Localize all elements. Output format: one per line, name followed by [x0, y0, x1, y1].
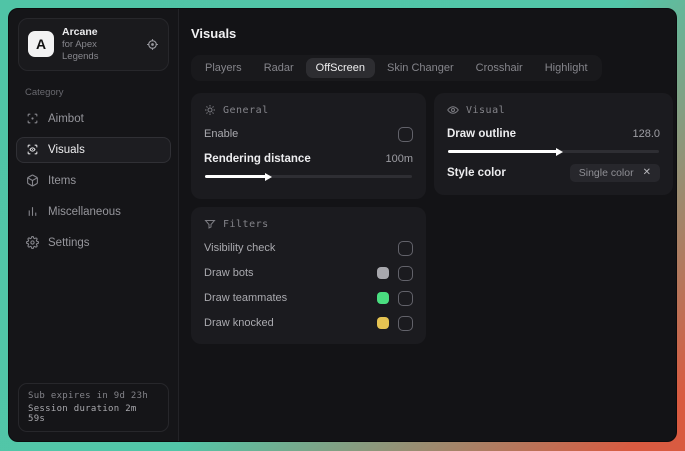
app-header-card: A Arcane for Apex Legends [18, 18, 169, 71]
sidebar-item-label: Items [48, 174, 77, 187]
sidebar-item-label: Settings [48, 236, 90, 249]
filter-row: Draw knocked [204, 315, 413, 331]
sidebar-item-visuals[interactable]: Visuals [16, 136, 171, 163]
sidebar-item-label: Visuals [48, 143, 85, 156]
funnel-icon [204, 218, 216, 230]
sidebar-item-aimbot[interactable]: Aimbot [16, 106, 171, 132]
filters-card: Filters Visibility check Draw bots Draw … [191, 207, 426, 344]
tab-players[interactable]: Players [195, 58, 252, 78]
tab-radar[interactable]: Radar [254, 58, 304, 78]
tab-highlight[interactable]: Highlight [535, 58, 598, 78]
sidebar-nav: Aimbot Visuals Items Miscellaneous Setti… [9, 106, 178, 256]
draw-outline-label: Draw outline [447, 128, 517, 140]
eye-icon [447, 104, 459, 116]
sidebar-item-settings[interactable]: Settings [16, 230, 171, 256]
draw-knocked-checkbox[interactable] [398, 315, 413, 331]
rendering-distance-label: Rendering distance [204, 153, 311, 165]
crosshair-scan-icon [26, 112, 39, 125]
general-section-title: General [223, 104, 269, 116]
enable-label: Enable [204, 128, 239, 140]
eye-scan-icon [26, 143, 39, 156]
draw-teammates-color-swatch[interactable] [377, 292, 389, 304]
sidebar-item-label: Aimbot [48, 112, 84, 125]
sidebar-item-miscellaneous[interactable]: Miscellaneous [16, 199, 171, 225]
draw-knocked-color-swatch[interactable] [377, 317, 389, 329]
style-color-label: Style color [447, 167, 506, 179]
category-label: Category [25, 86, 64, 98]
filter-row: Draw bots [204, 265, 413, 281]
bars-icon [26, 205, 39, 218]
style-color-selected-value: Single color [578, 167, 634, 179]
session-duration-text: Session duration 2m 59s [28, 404, 137, 424]
app-subtitle: for Apex Legends [62, 39, 99, 62]
draw-teammates-checkbox[interactable] [398, 290, 413, 306]
tab-crosshair[interactable]: Crosshair [466, 58, 533, 78]
sidebar-item-items[interactable]: Items [16, 168, 171, 194]
slider-thumb[interactable] [555, 147, 563, 156]
draw-bots-label: Draw bots [204, 267, 254, 279]
slider-thumb[interactable] [265, 172, 273, 181]
filter-row: Draw teammates [204, 290, 413, 306]
cube-icon [26, 174, 39, 187]
clear-icon[interactable]: ✕ [643, 168, 651, 178]
filters-section-title: Filters [223, 218, 269, 230]
draw-outline-value: 128.0 [632, 128, 660, 140]
target-icon[interactable] [146, 38, 159, 51]
visual-card: Visual Draw outline 128.0 Style color Si… [434, 93, 673, 195]
visual-section-title: Visual [466, 104, 506, 116]
draw-bots-checkbox[interactable] [398, 265, 413, 281]
page-title: Visuals [191, 26, 237, 41]
app-logo-letter: A [35, 36, 47, 53]
filter-row: Visibility check [204, 240, 413, 256]
app-logo: A [28, 31, 54, 58]
app-window: A Arcane for Apex Legends Category Aimbo… [8, 8, 677, 442]
rendering-distance-slider[interactable] [205, 172, 412, 181]
visibility-check-checkbox[interactable] [398, 240, 413, 256]
gear-icon [26, 236, 39, 250]
sun-icon [204, 104, 216, 116]
style-color-select[interactable]: Single color ✕ [569, 164, 660, 182]
sidebar-item-label: Miscellaneous [48, 205, 121, 218]
tab-skin-changer[interactable]: Skin Changer [377, 58, 464, 78]
sub-expires-text: Sub expires in 9d 23h [28, 391, 149, 401]
draw-teammates-label: Draw teammates [204, 292, 288, 304]
draw-bots-color-swatch[interactable] [377, 267, 389, 279]
draw-knocked-label: Draw knocked [204, 317, 274, 329]
general-card: General Enable Rendering distance 100m [191, 93, 426, 199]
visibility-check-label: Visibility check [204, 242, 276, 254]
subscription-info-card: Sub expires in 9d 23h Session duration 2… [18, 383, 169, 432]
draw-outline-slider[interactable] [448, 147, 659, 156]
main-content: Visuals Players Radar OffScreen Skin Cha… [179, 9, 676, 441]
tab-offscreen[interactable]: OffScreen [305, 58, 375, 78]
rendering-distance-value: 100m [385, 153, 413, 165]
sidebar: A Arcane for Apex Legends Category Aimbo… [9, 9, 179, 441]
enable-checkbox[interactable] [398, 126, 413, 142]
visuals-tabbar: Players Radar OffScreen Skin Changer Cro… [191, 55, 602, 81]
app-name: Arcane [62, 26, 98, 38]
